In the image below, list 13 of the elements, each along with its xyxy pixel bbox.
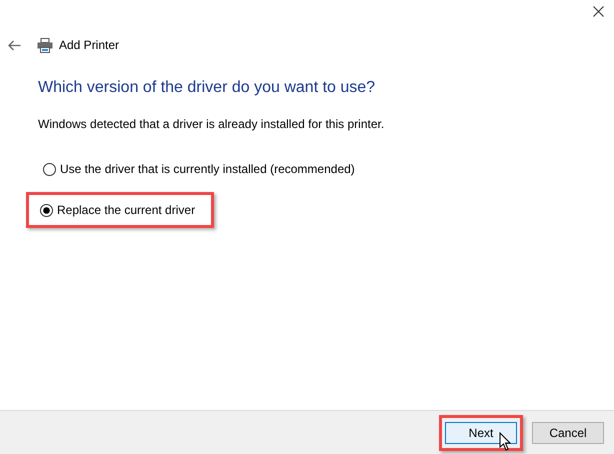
window-title: Add Printer bbox=[59, 37, 120, 54]
back-arrow-icon[interactable] bbox=[8, 40, 21, 50]
cursor-icon bbox=[499, 432, 512, 452]
option-label[interactable]: Replace the current driver bbox=[57, 201, 196, 219]
page-heading: Which version of the driver do you want to use? bbox=[38, 78, 376, 98]
radio-button[interactable] bbox=[43, 162, 56, 176]
radio-button[interactable] bbox=[40, 204, 53, 216]
printer-icon bbox=[37, 38, 53, 52]
description-text: Windows detected that a driver is already installed for this printer. bbox=[38, 116, 386, 133]
dialog-button[interactable]: Cancel bbox=[532, 422, 604, 444]
close-icon[interactable] bbox=[593, 6, 604, 17]
option-label[interactable]: Use the driver that is currently installed (recommended) bbox=[60, 160, 355, 178]
dialog-button[interactable]: Next bbox=[445, 422, 517, 444]
